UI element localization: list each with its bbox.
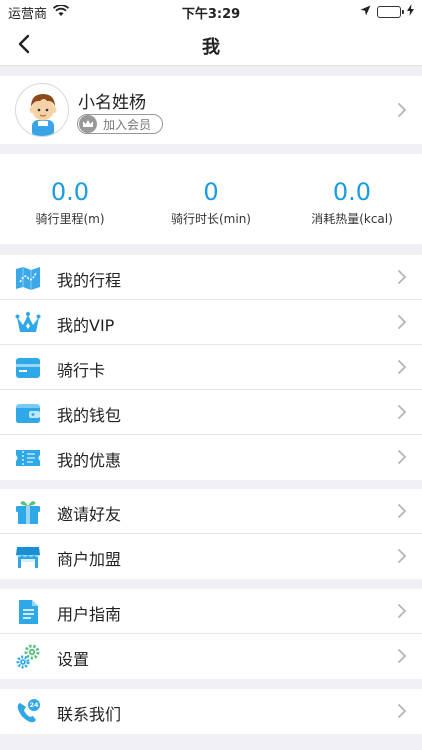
navigation-bar: 我 xyxy=(0,22,422,66)
menu-item-settings[interactable]: 设置 xyxy=(0,634,422,679)
chevron-right-icon xyxy=(398,604,407,618)
menu-item-label: 骑行卡 xyxy=(57,361,106,380)
menu-item-user-guide[interactable]: 用户指南 xyxy=(0,589,422,634)
stat-calories: 0.0 消耗热量(kcal) xyxy=(282,178,422,227)
menu-item-invite-friends[interactable]: 邀请好友 xyxy=(0,489,422,534)
shop-icon xyxy=(16,547,40,568)
menu-item-my-trips[interactable]: 我的行程 xyxy=(0,255,422,300)
document-icon xyxy=(19,600,38,624)
status-time: 下午3:29 xyxy=(181,7,241,22)
chevron-right-icon xyxy=(398,704,407,718)
chevron-right-icon xyxy=(398,649,407,663)
gear-icon xyxy=(16,644,40,669)
menu-item-merchant-join[interactable]: 商户加盟 xyxy=(0,534,422,579)
chevron-right-icon xyxy=(398,270,407,284)
charging-icon xyxy=(407,4,414,20)
stat-value: 0.0 xyxy=(50,178,90,206)
coupon-icon xyxy=(16,450,40,466)
chevron-right-icon xyxy=(398,450,407,464)
map-icon xyxy=(16,267,40,290)
status-bar: 运营商 下午3:29 xyxy=(0,0,422,22)
ride-stats-panel: 0.0 骑行里程(m) 0 骑行时长(min) 0.0 消耗热量(kcal) xyxy=(0,154,422,244)
menu-item-contact-us[interactable]: 24 联系我们 xyxy=(0,689,422,734)
menu-item-label: 我的优惠 xyxy=(57,451,122,470)
wallet-icon xyxy=(16,404,40,423)
stat-label: 骑行时长(min) xyxy=(171,212,251,226)
menu-item-label: 邀请好友 xyxy=(57,505,122,524)
gift-icon xyxy=(16,501,40,524)
stat-duration: 0 骑行时长(min) xyxy=(141,178,281,227)
menu-item-label: 我的钱包 xyxy=(57,406,122,425)
chevron-right-icon xyxy=(398,103,407,117)
menu-group-contact: 24 联系我们 xyxy=(0,689,422,734)
location-arrow-icon xyxy=(360,5,371,20)
battery-icon xyxy=(377,6,404,18)
stat-value: 0.0 xyxy=(332,178,372,206)
chevron-right-icon xyxy=(398,549,407,563)
avatar[interactable] xyxy=(15,83,69,137)
chevron-right-icon xyxy=(398,405,407,419)
menu-item-label: 用户指南 xyxy=(57,605,122,624)
join-membership-badge[interactable]: 加入会员 xyxy=(77,114,163,134)
menu-item-my-vip[interactable]: 我的VIP xyxy=(0,300,422,345)
menu-group-account: 我的行程 我的VIP 骑行卡 我的钱包 我的优惠 xyxy=(0,255,422,480)
menu-item-label: 商户加盟 xyxy=(57,550,122,569)
page-title: 我 xyxy=(202,37,220,58)
stat-distance: 0.0 骑行里程(m) xyxy=(0,178,140,227)
menu-item-label: 联系我们 xyxy=(57,705,122,724)
svg-text:24: 24 xyxy=(29,701,39,709)
menu-group-partners: 邀请好友 商户加盟 xyxy=(0,489,422,579)
menu-item-label: 设置 xyxy=(57,650,90,669)
chevron-right-icon xyxy=(398,504,407,518)
crown-icon xyxy=(15,312,41,332)
chevron-right-icon xyxy=(398,360,407,374)
profile-card[interactable]: 小名姓杨 加入会员 xyxy=(0,76,422,144)
chevron-right-icon xyxy=(398,315,407,329)
menu-item-label: 我的行程 xyxy=(57,271,122,290)
phone-24-icon: 24 xyxy=(17,699,40,723)
menu-item-riding-card[interactable]: 骑行卡 xyxy=(0,345,422,390)
stat-label: 消耗热量(kcal) xyxy=(311,212,393,226)
menu-group-help: 用户指南 设置 xyxy=(0,589,422,679)
profile-name: 小名姓杨 xyxy=(78,93,146,113)
menu-item-label: 我的VIP xyxy=(57,316,115,335)
join-membership-label: 加入会员 xyxy=(103,117,152,132)
crown-icon xyxy=(79,115,97,133)
menu-item-my-coupons[interactable]: 我的优惠 xyxy=(0,435,422,480)
card-icon xyxy=(16,358,40,378)
stat-label: 骑行里程(m) xyxy=(35,212,105,226)
stat-value: 0 xyxy=(203,178,219,206)
menu-item-my-wallet[interactable]: 我的钱包 xyxy=(0,390,422,435)
